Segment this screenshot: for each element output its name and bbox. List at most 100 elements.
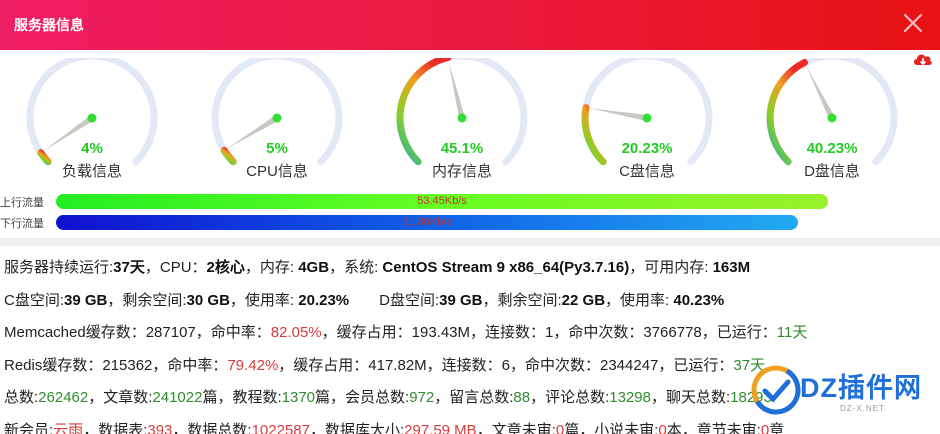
comments-label: ，评论总数: bbox=[530, 389, 610, 406]
gauge-2: 45.1% 内存信息 bbox=[392, 58, 532, 186]
d-disk-label: D盘空间: bbox=[379, 291, 440, 309]
memory-value: 4GB bbox=[298, 259, 330, 276]
pending-articles-label: ，文章未审: bbox=[476, 421, 556, 434]
upstream-label: 上行流量 bbox=[0, 197, 44, 209]
watermark-logo: DZ插件网 DZ-X.NET bbox=[748, 360, 928, 420]
available-memory-label: ，可用内存: bbox=[629, 259, 713, 276]
memcached-hit-rate: 82.05% bbox=[270, 324, 322, 341]
gauge-value: 20.23% bbox=[621, 140, 673, 157]
rows-label: ，数据总数: bbox=[172, 421, 252, 434]
redis-hit-rate: 79.42% bbox=[227, 356, 279, 374]
upstream-bar: 53.45Kb/s bbox=[56, 194, 828, 209]
gauge-value: 5% bbox=[266, 140, 288, 157]
watermark-check-icon bbox=[751, 365, 801, 415]
cpu-value: 2核心 bbox=[206, 259, 245, 276]
memcached-stats-a: Memcached缓存数：287107，命中率： bbox=[4, 324, 271, 341]
gauge-label: D盘信息 bbox=[804, 163, 860, 180]
articles-value: 241022 bbox=[152, 389, 203, 406]
os-value: CentOS Stream 9 x86_64(Py3.7.16) bbox=[382, 259, 630, 276]
c-disk-label: C盘空间: bbox=[4, 291, 65, 309]
gauge-label: 负载信息 bbox=[61, 163, 122, 180]
db-size-label: ，数据库大小: bbox=[309, 421, 405, 434]
watermark-text: DZ插件网 bbox=[800, 373, 922, 403]
pending-chapters-label: 本，章节未审: bbox=[666, 421, 761, 434]
stats-line-disk: C盘空间:39 GB，剩余空间:30 GB，使用率: 20.23% D盘空间:39… bbox=[4, 285, 940, 318]
c-usage-label: ，使用率: bbox=[229, 291, 299, 309]
tutorials-label: 篇，教程数: bbox=[202, 389, 282, 406]
gauge-hub bbox=[457, 113, 467, 123]
chats-label: ，聊天总数: bbox=[650, 389, 731, 406]
redis-stats-a: Redis缓存数：215362，命中率： bbox=[4, 356, 228, 374]
downstream-traffic: 下行流量 51.36Kb/s bbox=[0, 213, 940, 233]
gauge-value: 40.23% bbox=[806, 140, 858, 157]
gauge-hub bbox=[642, 113, 652, 123]
tables-value: 393 bbox=[147, 421, 173, 434]
pending-novels-label: 篇，小说未审: bbox=[564, 421, 659, 434]
d-disk-space: 39 GB bbox=[439, 291, 483, 309]
downstream-label: 下行流量 bbox=[0, 218, 44, 230]
gauge-needle bbox=[589, 108, 648, 121]
messages-label: ，留言总数: bbox=[434, 389, 514, 406]
available-memory-value: 163M bbox=[712, 259, 751, 276]
gauge-hub bbox=[827, 113, 837, 123]
gauge-hub bbox=[272, 113, 282, 123]
tables-label: ，数据表: bbox=[83, 421, 148, 434]
new-member-label: 新会员: bbox=[4, 421, 54, 434]
upstream-traffic: 上行流量 53.45Kb/s bbox=[0, 192, 940, 212]
uptime-value: 37天 bbox=[113, 259, 145, 276]
d-free-label: ，剩余空间: bbox=[482, 291, 562, 309]
memcached-stats-b: ，缓存占用：193.43M，连接数：1，命中次数：3766778，已运行： bbox=[321, 324, 777, 341]
gauge-row: 4% 负载信息 5% CPU信息 45.1% 内存信息 20.23% C盘信息 40.23% D盘… bbox=[0, 58, 940, 188]
watermark-subtext: DZ-X.NET bbox=[840, 404, 885, 413]
close-icon[interactable] bbox=[902, 12, 924, 34]
stats-line-memcached: Memcached缓存数：287107，命中率：82.05%，缓存占用：193.… bbox=[4, 317, 940, 350]
divider bbox=[0, 238, 940, 246]
tutorials-value: 1370 bbox=[281, 389, 316, 406]
title-bar: 服务器信息 bbox=[0, 0, 940, 50]
os-label: ，系统: bbox=[329, 259, 383, 276]
members-value: 972 bbox=[409, 389, 435, 406]
pending-novels-value: 0 bbox=[658, 421, 667, 434]
d-free-value: 22 GB bbox=[561, 291, 606, 309]
server-info-dialog: 服务器信息 4% 负载信息 5% CPU信息 45.1% 内存信息 20.23% C盘信息 40… bbox=[0, 0, 940, 434]
upstream-value: 53.45Kb/s bbox=[417, 195, 467, 207]
redis-stats-b: ，缓存占用：417.82M，连接数：6，命中次数：2344247，已运行： bbox=[278, 356, 734, 374]
memory-label: ，内存: bbox=[244, 259, 299, 276]
articles-label: ，文章数: bbox=[88, 389, 153, 406]
c-usage-value: 20.23% bbox=[298, 291, 350, 309]
total-value: 262462 bbox=[38, 389, 89, 406]
gauge-value: 45.1% bbox=[440, 140, 484, 157]
c-free-label: ，剩余空间: bbox=[107, 291, 187, 309]
gauge-label: CPU信息 bbox=[246, 163, 308, 180]
gauge-3: 20.23% C盘信息 bbox=[577, 58, 717, 186]
gauge-0: 4% 负载信息 bbox=[22, 58, 162, 186]
gauge-hub bbox=[87, 113, 97, 123]
gauge-label: 内存信息 bbox=[431, 163, 492, 180]
chapters-unit: 章 bbox=[769, 421, 785, 434]
gauge-needle bbox=[806, 66, 835, 120]
pending-chapters-value: 0 bbox=[760, 421, 770, 434]
comments-value: 13298 bbox=[609, 389, 651, 406]
downstream-value: 51.36Kb/s bbox=[402, 216, 452, 228]
pending-articles-value: 0 bbox=[555, 421, 565, 434]
memcached-runtime: 11天 bbox=[776, 324, 808, 341]
d-usage-value: 40.23% bbox=[673, 291, 725, 309]
total-label: 总数: bbox=[4, 389, 39, 406]
c-disk-space: 39 GB bbox=[64, 291, 108, 309]
new-member-link[interactable]: 云雨 bbox=[53, 422, 83, 434]
uptime-label: 服务器持续运行: bbox=[4, 259, 114, 276]
gauge-label: C盘信息 bbox=[619, 163, 675, 180]
db-size-value: 297.59 MB bbox=[404, 421, 477, 434]
cpu-label: ，CPU： bbox=[144, 259, 207, 276]
stats-line-system: 服务器持续运行:37天，CPU：2核心，内存: 4GB，系统: CentOS S… bbox=[4, 252, 940, 285]
messages-value: 88 bbox=[513, 389, 531, 406]
c-free-value: 30 GB bbox=[186, 291, 230, 309]
members-label: 篇，会员总数: bbox=[315, 389, 410, 406]
d-usage-label: ，使用率: bbox=[605, 291, 674, 309]
gauge-1: 5% CPU信息 bbox=[207, 58, 347, 186]
dialog-title: 服务器信息 bbox=[14, 17, 84, 33]
rows-value: 1022587 bbox=[251, 421, 310, 434]
gauge-value: 4% bbox=[81, 140, 103, 157]
gauge-4: 40.23% D盘信息 bbox=[762, 58, 902, 186]
downstream-bar: 51.36Kb/s bbox=[56, 215, 798, 230]
